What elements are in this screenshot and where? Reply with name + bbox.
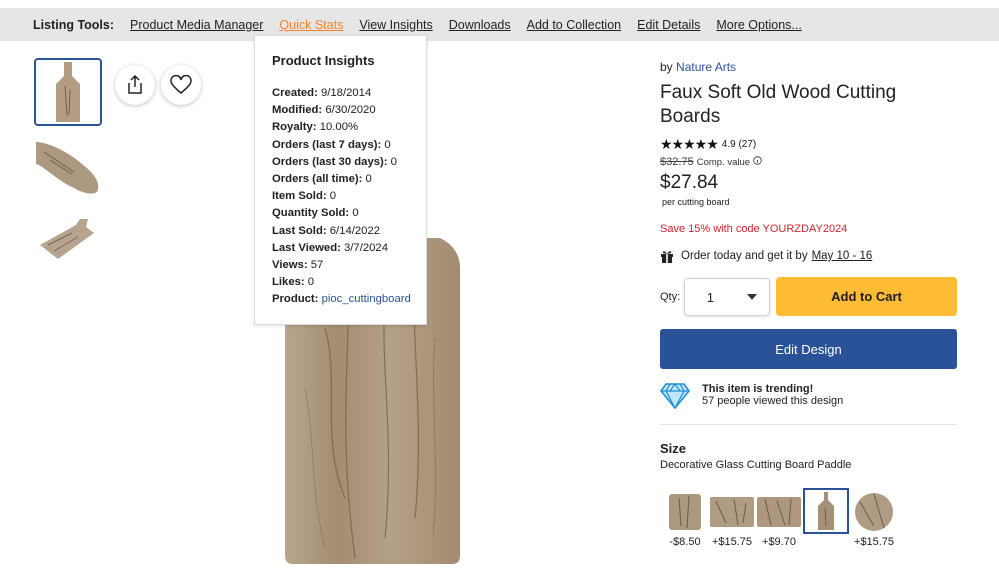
brand-line: by Nature Arts bbox=[660, 60, 737, 74]
comp-value: $32.75 Comp. value bbox=[660, 156, 762, 168]
info-icon[interactable] bbox=[753, 156, 762, 165]
quantity-value: 1 bbox=[706, 289, 715, 305]
caret-down-icon bbox=[736, 294, 769, 300]
product-code-link[interactable]: pioc_cuttingboard bbox=[322, 293, 411, 305]
size-option-1[interactable] bbox=[663, 490, 707, 534]
favorite-button[interactable] bbox=[161, 65, 201, 105]
stat-orders-7-days: Orders (last 7 days): 0 bbox=[272, 138, 391, 151]
qty-label: Qty: bbox=[660, 291, 681, 303]
edit-design-button[interactable]: Edit Design bbox=[660, 329, 957, 369]
listing-tools-bar: Listing Tools: Product Media Manager Qui… bbox=[0, 8, 999, 41]
stat-last-sold: Last Sold: 6/14/2022 bbox=[272, 224, 381, 237]
size-option-4-selected[interactable] bbox=[803, 488, 849, 534]
delivery-estimate: Order today and get it by May 10 - 16 bbox=[660, 249, 872, 263]
product-title: Faux Soft Old Wood Cutting Boards bbox=[660, 82, 897, 127]
rating[interactable]: ★★★★★ 4.9 (27) bbox=[660, 136, 756, 153]
size-option-5-price: +$15.75 bbox=[853, 536, 895, 548]
size-selected: Decorative Glass Cutting Board Paddle bbox=[660, 459, 852, 471]
quick-stats-link[interactable]: Quick Stats bbox=[279, 18, 343, 32]
share-icon bbox=[128, 75, 142, 94]
star-rating-icon: ★★★★★ bbox=[660, 136, 719, 152]
promo-text: Save 15% with code YOURZDAY2024 bbox=[660, 223, 848, 235]
stat-item-sold: Item Sold: 0 bbox=[272, 190, 337, 203]
add-to-collection-link[interactable]: Add to Collection bbox=[527, 18, 622, 32]
size-option-3-price: +$9.70 bbox=[762, 536, 796, 548]
stat-created: Created: 9/18/2014 bbox=[272, 87, 372, 99]
edit-details-link[interactable]: Edit Details bbox=[637, 18, 700, 32]
heart-icon bbox=[170, 75, 192, 94]
insights-title: Product Insights bbox=[272, 53, 375, 68]
thumbnail-front[interactable] bbox=[34, 58, 102, 126]
rating-text: 4.9 (27) bbox=[721, 139, 757, 150]
stat-orders-30-days: Orders (last 30 days): 0 bbox=[272, 155, 397, 168]
more-options-link[interactable]: More Options... bbox=[716, 18, 801, 32]
share-button[interactable] bbox=[115, 65, 155, 105]
thumbnail-list bbox=[34, 58, 102, 280]
stat-likes: Likes: 0 bbox=[272, 276, 315, 289]
delivery-dates-link[interactable]: May 10 - 16 bbox=[812, 250, 873, 262]
trending-title: This item is trending! bbox=[702, 383, 814, 395]
product-insights-popover: Product Insights Created: 9/18/2014 Modi… bbox=[254, 35, 427, 325]
stat-last-viewed: Last Viewed: 3/7/2024 bbox=[272, 241, 388, 254]
diamond-icon bbox=[660, 382, 690, 409]
stat-orders-all-time: Orders (all time): 0 bbox=[272, 173, 372, 186]
thumbnail-angle[interactable] bbox=[34, 132, 102, 200]
size-option-5[interactable] bbox=[852, 490, 896, 534]
stat-views: Views: 57 bbox=[272, 259, 324, 272]
view-insights-link[interactable]: View Insights bbox=[359, 18, 432, 32]
size-option-2[interactable] bbox=[710, 490, 754, 534]
price: $27.84 bbox=[660, 172, 719, 193]
listing-tools-label: Listing Tools: bbox=[33, 17, 115, 32]
stat-quantity-sold: Quantity Sold: 0 bbox=[272, 207, 359, 220]
divider bbox=[660, 424, 957, 425]
downloads-link[interactable]: Downloads bbox=[449, 18, 511, 32]
brand-link[interactable]: Nature Arts bbox=[676, 60, 736, 74]
add-to-cart-button[interactable]: Add to Cart bbox=[776, 277, 957, 316]
stat-product: Product: pioc_cuttingboard bbox=[272, 293, 411, 306]
price-unit: per cutting board bbox=[662, 197, 730, 207]
thumbnail-flat[interactable] bbox=[34, 206, 102, 274]
size-heading: Size bbox=[660, 441, 687, 456]
product-media-manager-link[interactable]: Product Media Manager bbox=[130, 18, 263, 32]
trending-subtitle: 57 people viewed this design bbox=[702, 395, 844, 407]
stat-royalty: Royalty: 10.00% bbox=[272, 121, 359, 134]
stat-modified: Modified: 6/30/2020 bbox=[272, 104, 376, 117]
gift-icon bbox=[661, 251, 673, 263]
trending-notice: This item is trending! 57 people viewed … bbox=[660, 381, 843, 409]
quantity-select[interactable]: 1 bbox=[684, 278, 770, 316]
size-option-3[interactable] bbox=[757, 490, 801, 534]
